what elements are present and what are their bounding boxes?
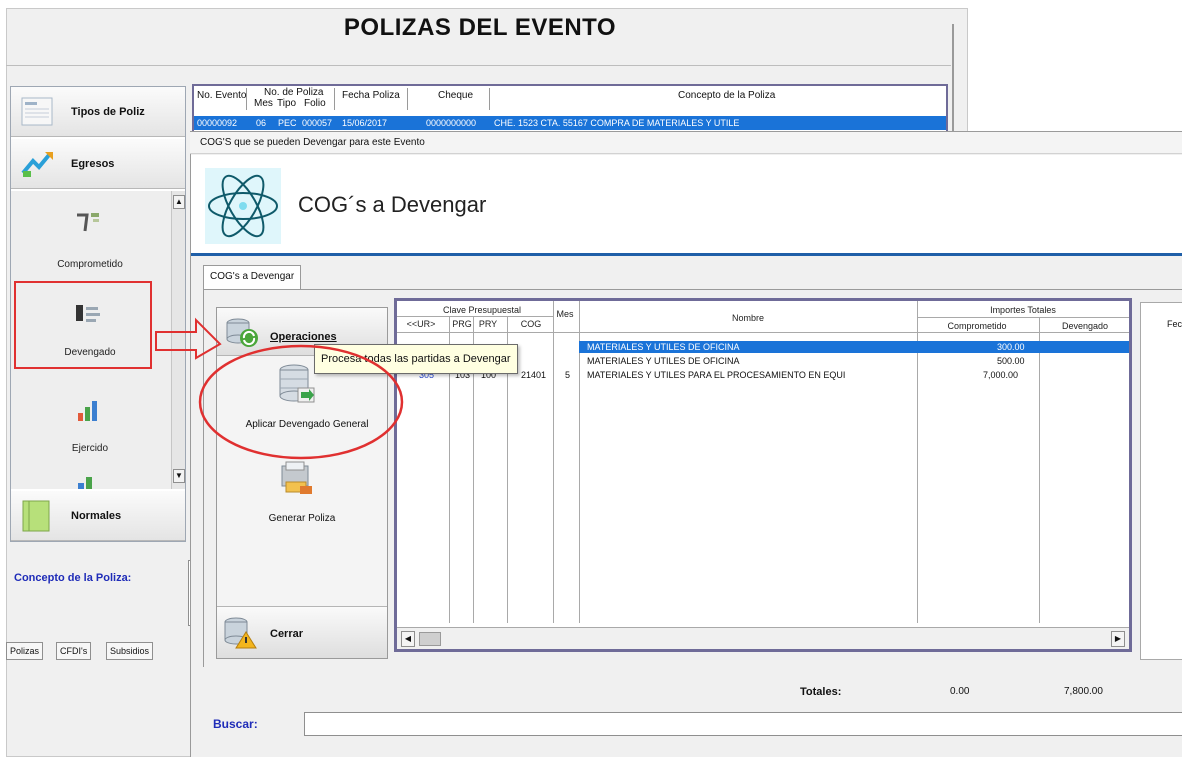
nav-group-egresos[interactable]: Egresos xyxy=(11,139,185,189)
cell-fecha: 15/06/2017 xyxy=(342,118,388,128)
total-comprometido: 0.00 xyxy=(950,686,970,697)
nav-group-label: Tipos de Poliz xyxy=(71,105,145,118)
header-devengado: Devengado xyxy=(1061,321,1109,331)
close-database-icon xyxy=(224,617,257,649)
next-item-icon xyxy=(78,477,92,489)
cell-tipo: PEC xyxy=(278,118,297,128)
cell-no-evento: 00000092 xyxy=(197,118,238,128)
comprometido-icon xyxy=(77,213,99,232)
header-prg: PRG xyxy=(452,319,472,329)
generate-poliza-icon xyxy=(281,461,312,494)
nav-item-label: Comprometido xyxy=(57,259,123,270)
dialog-titlebar[interactable]: COG'S que se pueden Devengar para este E… xyxy=(190,132,1182,154)
cell-cog: 21401 xyxy=(521,370,547,380)
nav-item-label: Ejercido xyxy=(71,443,109,454)
cell-comprometido: 300.00 xyxy=(997,342,1025,352)
notebook-icon xyxy=(22,500,50,531)
grid-horizontal-scrollbar[interactable]: ◀ ▶ xyxy=(397,627,1129,649)
table-row[interactable]: 00000092 06 PEC 000057 15/06/2017 000000… xyxy=(194,116,946,130)
header-pry: PRY xyxy=(478,319,498,329)
cell-concepto: CHE. 1523 CTA. 55167 COMPRA DE MATERIALE… xyxy=(494,118,740,128)
orbit-logo-icon xyxy=(205,168,281,244)
column-divider xyxy=(246,88,247,110)
buscar-label: Buscar: xyxy=(213,717,258,731)
header-nombre: Nombre xyxy=(731,313,764,323)
scroll-up-button[interactable]: ▲ xyxy=(173,195,185,209)
cell-folio: 000057 xyxy=(302,118,333,128)
header-folio: Folio xyxy=(304,98,326,109)
egresos-arrows-icon xyxy=(21,151,53,177)
tab-cfdis[interactable]: CFDI's xyxy=(56,642,92,660)
header-clave-presupuestal: Clave Presupuestal xyxy=(442,305,522,315)
header-fecha: Fec xyxy=(1167,319,1182,329)
header-divider xyxy=(191,253,1182,256)
cell-nombre: MATERIALES Y UTILES DE OFICINA xyxy=(587,342,740,352)
header-tipo: Tipo xyxy=(277,98,297,109)
cerrar-label: Cerrar xyxy=(270,628,304,640)
cell-mes: 5 xyxy=(565,370,571,380)
window-title: POLIZAS DEL EVENTO xyxy=(343,14,617,41)
header-mes: Mes xyxy=(254,98,273,109)
concepto-label: Concepto de la Poliza: xyxy=(14,572,132,584)
annotation-ellipse xyxy=(198,344,404,460)
header-no-evento: No. Evento xyxy=(197,90,247,101)
total-devengado: 7,800.00 xyxy=(1064,686,1103,697)
chart-icon xyxy=(78,401,97,421)
tab-polizas[interactable]: Polizas xyxy=(6,642,44,660)
header-cog: COG xyxy=(520,319,542,329)
header-divider xyxy=(397,316,553,317)
tab-subsidios[interactable]: Subsidios xyxy=(106,642,154,660)
cell-nombre: MATERIALES Y UTILES PARA EL PROCESAMIENT… xyxy=(587,370,846,380)
cell-mes: 06 xyxy=(256,118,267,128)
scroll-thumb[interactable] xyxy=(419,632,441,646)
column-divider xyxy=(407,88,408,110)
nav-group-tipos-de-poliza[interactable]: Tipos de Poliz xyxy=(11,87,185,137)
column-divider xyxy=(489,88,490,110)
totales-label: Totales: xyxy=(800,686,842,698)
side-grid: Fec xyxy=(1140,302,1182,660)
cell-comprometido: 7,000.00 xyxy=(983,370,1019,380)
header-cheque: Cheque xyxy=(438,90,474,101)
header-concepto: Concepto de la Poliza xyxy=(678,90,776,101)
header-mes: Mes xyxy=(556,309,574,319)
nav-group-label: Egresos xyxy=(71,157,115,170)
scroll-right-button[interactable]: ▶ xyxy=(1111,631,1125,647)
devengado-highlight-box xyxy=(14,281,152,369)
header-importes-totales: Importes Totales xyxy=(990,305,1056,315)
dialog-header-title: COG´s a Devengar xyxy=(298,192,487,217)
nav-item-ejercido[interactable]: Ejercido xyxy=(11,387,169,477)
tab-cogs-a-devengar[interactable]: COG's a Devengar xyxy=(203,265,302,289)
polizas-grid: No. Evento No. de Poliza Mes Tipo Folio … xyxy=(192,84,948,134)
nav-group-label: Normales xyxy=(71,509,122,522)
cell-comprometido: 500.00 xyxy=(997,356,1025,366)
nav-group-normales[interactable]: Normales xyxy=(11,491,185,541)
cell-cheque: 0000000000 xyxy=(426,118,477,128)
nav-item-next[interactable] xyxy=(11,469,169,489)
nav-item-comprometido[interactable]: Comprometido xyxy=(11,197,169,287)
scroll-left-button[interactable]: ◀ xyxy=(401,631,415,647)
generar-poliza-button[interactable]: Generar Poliza xyxy=(218,513,386,524)
header-fecha: Fecha Poliza xyxy=(342,90,400,101)
column-divider xyxy=(334,88,335,110)
search-input[interactable] xyxy=(304,712,1182,736)
header-comprometido: Comprometido xyxy=(947,321,1007,331)
header-divider xyxy=(917,317,1129,318)
header-no-poliza: No. de Poliza xyxy=(264,87,324,98)
document-list-icon xyxy=(21,97,53,125)
scroll-down-button[interactable]: ▼ xyxy=(173,469,185,483)
header-ur: <<UR> xyxy=(406,319,436,329)
cell-nombre: MATERIALES Y UTILES DE OFICINA xyxy=(587,356,740,366)
title-divider xyxy=(6,65,951,66)
